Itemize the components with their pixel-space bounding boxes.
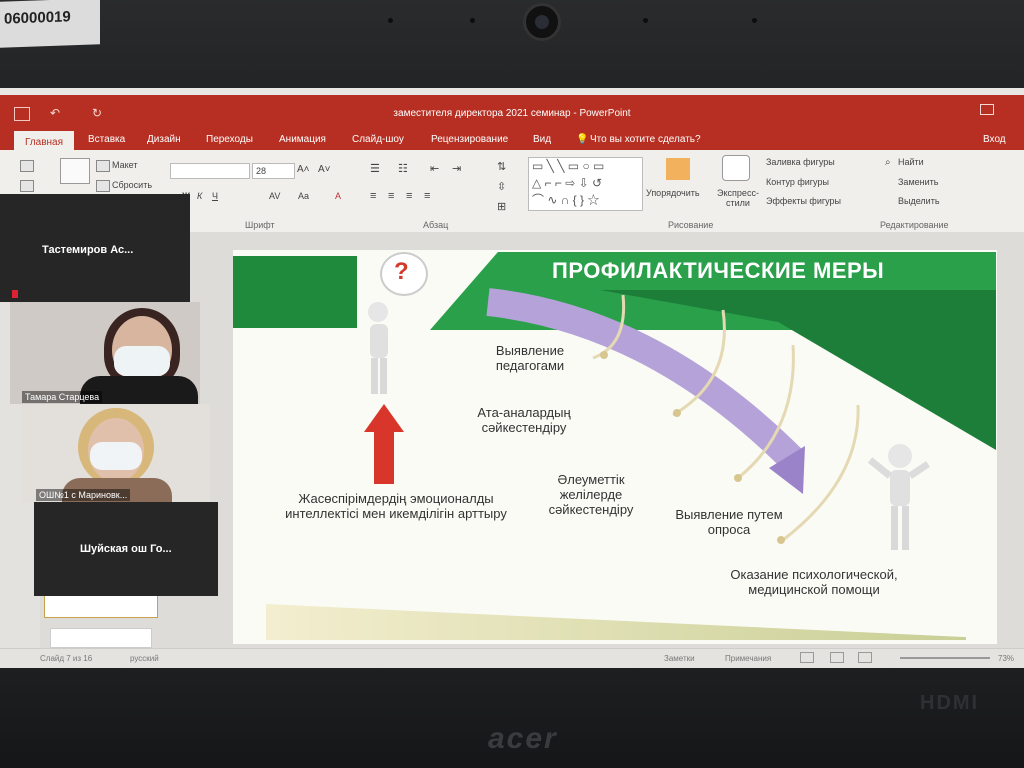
text-direction-button[interactable]: ⇅ [497, 160, 506, 173]
notes-button[interactable]: Заметки [664, 654, 695, 663]
bezel-dot [752, 18, 757, 23]
numbering-button[interactable]: ☷ [398, 162, 408, 175]
tab-slideshow[interactable]: Слайд-шоу [352, 134, 404, 145]
shape-fill-button[interactable]: Заливка фигуры [766, 157, 835, 167]
participant-video[interactable] [22, 404, 210, 502]
reset-icon [96, 180, 110, 192]
slide-thumbnail[interactable] [50, 628, 152, 648]
normal-view-icon[interactable] [800, 652, 814, 663]
copy-icon[interactable] [20, 180, 34, 192]
quick-styles-icon [722, 155, 750, 181]
arrange-icon [666, 158, 690, 180]
arc-dot [600, 351, 608, 359]
char-spacing-button[interactable]: AV [269, 191, 280, 201]
arc-dot [734, 474, 742, 482]
slide-text-item[interactable]: Выявление путем опроса [668, 507, 790, 537]
smartart-button[interactable]: ⊞ [497, 200, 506, 213]
grow-font-button[interactable]: A˄ [297, 164, 310, 175]
lightbulb-icon: 💡 [576, 134, 589, 145]
drawing-group-label: Рисование [668, 220, 714, 230]
slide-text-item[interactable]: Ата-аналардың сәйкестендіру [462, 405, 586, 435]
participant-name: Тамара Старцева [22, 391, 103, 403]
bullets-button[interactable]: ☰ [370, 162, 380, 175]
tab-insert[interactable]: Вставка [88, 134, 125, 145]
signin-link[interactable]: Вход [983, 134, 1006, 145]
align-left-button[interactable]: ≡ [370, 190, 376, 202]
font-size-input[interactable]: 28 [252, 163, 295, 179]
question-bubble: ? [380, 252, 428, 296]
editing-group-label: Редактирование [880, 220, 949, 230]
arrange-button[interactable]: Упорядочить [646, 188, 700, 198]
laptop-brand-logo: acer [488, 722, 558, 755]
hdmi-port-label: HDMI [920, 692, 980, 714]
justify-button[interactable]: ≡ [424, 190, 430, 202]
quick-styles-button[interactable]: Экспресс-стили [712, 188, 764, 208]
tab-transitions[interactable]: Переходы [206, 134, 253, 145]
sticker-text: 06000019 [4, 8, 71, 28]
select-button[interactable]: Выделить [898, 196, 940, 206]
tab-home[interactable]: Главная [14, 131, 74, 150]
align-text-button[interactable]: ⇳ [497, 180, 506, 193]
outdent-button[interactable]: ⇥ [452, 162, 461, 175]
arc-dot [777, 536, 785, 544]
webcam [523, 3, 561, 41]
font-group-label: Шрифт [245, 220, 275, 230]
comments-button[interactable]: Примечания [725, 654, 771, 663]
laptop-bezel-top [0, 0, 1024, 88]
new-slide-icon[interactable] [60, 158, 90, 184]
muted-mic-icon [12, 290, 18, 298]
bezel-dot [388, 18, 393, 23]
slide-text-item[interactable]: Выявление педагогами [470, 343, 590, 373]
find-button[interactable]: Найти [898, 157, 924, 167]
cut-icon[interactable] [20, 160, 34, 172]
zoom-level[interactable]: 73% [998, 654, 1014, 663]
curved-arrow-shaft [486, 288, 803, 470]
slide-text-item[interactable]: Оказание психологической, медицинской по… [706, 567, 922, 597]
align-center-button[interactable]: ≡ [388, 190, 394, 202]
language-indicator[interactable]: русский [130, 654, 159, 663]
slide-text-item[interactable]: Жасөспірімдердің эмоционалды интеллектіс… [270, 491, 522, 521]
inventory-sticker: 06000019 [0, 0, 100, 48]
window-title: заместителя директора 2021 семинар - Pow… [393, 108, 631, 119]
reset-button[interactable]: Сбросить [112, 180, 152, 190]
tell-me-box[interactable]: Что вы хотите сделать? [590, 134, 701, 145]
find-icon: ⌕ [885, 157, 891, 168]
participant-name: Тастемиров Ас... [42, 244, 134, 256]
ribbon-display-icon[interactable] [980, 104, 994, 115]
shapes-gallery[interactable]: ▭ ╲ ╲ ▭ ○ ▭ △ ⌐ ⌐ ⇨ ⇩ ↺ ⌒ ∿ ∩ { } ☆ [528, 157, 643, 211]
shrink-font-button[interactable]: A˅ [318, 164, 331, 175]
happy-figure-image [867, 444, 930, 550]
reading-view-icon[interactable] [858, 652, 872, 663]
shape-effects-button[interactable]: Эффекты фигуры [766, 196, 841, 206]
zoom-slider[interactable] [900, 657, 990, 659]
slide-text-item[interactable]: Әлеуметтік желілерде сәйкестендіру [535, 472, 647, 517]
layout-button[interactable]: Макет [112, 160, 137, 170]
participant-video[interactable] [10, 302, 200, 404]
participant-name: ОШ№1 с Мариновк... [36, 489, 131, 501]
replace-button[interactable]: Заменить [898, 177, 938, 187]
change-case-button[interactable]: Aa [298, 191, 309, 201]
font-color-button[interactable]: A [335, 191, 341, 201]
participant-name: Шуйская ош Го... [80, 543, 172, 555]
arc-dot [673, 409, 681, 417]
bezel-dot [643, 18, 648, 23]
shape-outline-button[interactable]: Контур фигуры [766, 177, 829, 187]
thinking-figure-image [368, 302, 388, 394]
align-right-button[interactable]: ≡ [406, 190, 412, 202]
question-mark-icon: ? [394, 258, 409, 285]
paragraph-group-label: Абзац [423, 220, 449, 230]
tab-animations[interactable]: Анимация [279, 134, 326, 145]
sorter-view-icon[interactable] [830, 652, 844, 663]
slide-counter: Слайд 7 из 16 [40, 654, 93, 663]
tab-design[interactable]: Дизайн [147, 134, 181, 145]
tab-view[interactable]: Вид [533, 134, 551, 145]
tab-review[interactable]: Рецензирование [431, 134, 508, 145]
layout-icon [96, 160, 110, 172]
bezel-dot [470, 18, 475, 23]
indent-button[interactable]: ⇤ [430, 162, 439, 175]
font-name-input[interactable] [170, 163, 250, 179]
